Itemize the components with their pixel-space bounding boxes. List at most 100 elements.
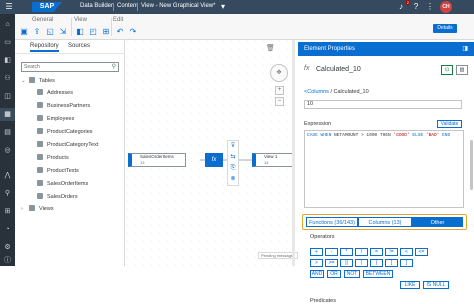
tree-item[interactable]: SalesOrders (37, 192, 78, 202)
divider (111, 18, 112, 36)
tree-folder-views[interactable]: › Views (21, 204, 54, 214)
export-icon[interactable]: ⇲ (58, 27, 68, 37)
operator-button[interactable]: - (325, 248, 338, 256)
redo-icon[interactable]: ↷ (128, 27, 138, 37)
trash-icon[interactable]: 🗑 (266, 44, 275, 52)
properties-scrollbar[interactable] (470, 140, 473, 190)
chevron-down-icon[interactable]: ⌄ (21, 76, 27, 86)
operator-button[interactable]: NOT (344, 270, 360, 278)
tree-item[interactable]: SalesOrderItems (37, 179, 88, 189)
operator-button[interactable]: LIKE (400, 281, 420, 289)
app-title[interactable]: Data Builder (80, 3, 113, 9)
preview-data-button[interactable]: ⊡ (441, 65, 453, 75)
tree-item-label: ProductTexts (47, 168, 79, 174)
save-icon[interactable]: ▣ (19, 27, 29, 37)
folder-icon[interactable]: ▭ (0, 36, 15, 49)
delete-icon[interactable]: ⊗ (228, 174, 238, 185)
network-icon[interactable]: ⚇ (0, 72, 15, 85)
chevron-right-icon[interactable]: › (21, 204, 27, 214)
monitor-icon[interactable]: ◔ (0, 223, 15, 236)
tab-functions[interactable]: Functions (36/143) (306, 217, 358, 227)
expr-token: END (442, 133, 451, 138)
canvas-splitter[interactable] (292, 40, 295, 266)
expr-token: 'BAD' (425, 133, 440, 138)
search-icon[interactable]: ⚲ (112, 63, 116, 71)
chart-icon[interactable]: ▤ (0, 126, 15, 139)
validate-button[interactable]: Validate (437, 120, 462, 128)
catalog-icon[interactable]: ◧ (0, 54, 15, 67)
pan-control[interactable]: ✥ (270, 64, 288, 82)
operator-button[interactable]: * (340, 248, 353, 256)
tree-item[interactable]: ProductTexts (37, 166, 79, 176)
share-icon[interactable]: ◱ (45, 27, 55, 37)
home-icon[interactable]: ⌂ (0, 18, 15, 31)
deploy-icon[interactable]: ⇪ (32, 27, 42, 37)
data-builder-icon[interactable]: ▦ (0, 108, 15, 121)
table-icon[interactable]: ⊞ (101, 27, 111, 37)
tab-sources[interactable]: Sources (68, 43, 90, 49)
flow-icon[interactable]: ⋀ (0, 169, 15, 182)
section-title[interactable]: Content (117, 3, 138, 9)
operator-button[interactable]: + (310, 248, 323, 256)
calculated-columns-node[interactable]: fx (205, 153, 223, 167)
operator-button[interactable]: < (400, 248, 413, 256)
operator-button[interactable]: IS NULL (423, 281, 449, 289)
tree-item[interactable]: Employees (37, 114, 74, 124)
security-icon[interactable]: ⊞ (0, 205, 15, 218)
users-icon[interactable]: ⚲ (0, 187, 15, 200)
function-icon: fx (304, 65, 310, 72)
tree-item[interactable]: Products (37, 153, 69, 163)
tab-repository[interactable]: Repository (30, 43, 59, 52)
undo-icon[interactable]: ↶ (115, 27, 125, 37)
sql-icon[interactable]: ◧ (75, 27, 85, 37)
predicates-label: Predicates (310, 298, 336, 304)
collapse-icon[interactable]: ◨ (462, 42, 468, 56)
apps-icon[interactable]: ⋮ (425, 2, 435, 12)
source-node[interactable]: SalesOrderItems 13 (128, 153, 186, 167)
avatar[interactable]: CH (440, 1, 452, 13)
bell-icon[interactable]: ♪ 2 (396, 0, 410, 12)
tree-item[interactable]: ProductCategories (37, 127, 93, 137)
chevron-down-icon[interactable]: ▾ (218, 2, 228, 12)
tree-item[interactable]: BusinessPartners (37, 101, 90, 111)
link-icon[interactable]: ⇆ (228, 152, 238, 163)
tree-item[interactable]: ProductCategoryText (37, 140, 98, 150)
table-view-button[interactable]: ▥ (456, 65, 468, 75)
tab-columns[interactable]: Columns (13) (358, 217, 412, 227)
info-icon[interactable]: ⓘ (0, 254, 15, 267)
menu-icon[interactable]: ☰ (4, 2, 14, 12)
expression-editor[interactable]: CASE WHEN NETAMOUNT > 1000 THEN 'GOOD' E… (304, 130, 464, 208)
operator-button[interactable]: != (385, 248, 398, 256)
operator-button[interactable]: = (370, 248, 383, 256)
zoom-out-button[interactable]: − (275, 97, 284, 106)
operator-button[interactable]: <= (415, 248, 428, 256)
column-name-field[interactable]: 10 (304, 100, 462, 109)
tab-other[interactable]: Other (412, 217, 463, 227)
operator-button[interactable]: OR (327, 270, 341, 278)
tree-item[interactable]: Addresses (37, 88, 73, 98)
help-icon[interactable]: ? (411, 2, 421, 12)
database-icon[interactable]: ◫ (0, 90, 15, 103)
search-input[interactable]: Search ⚲ (21, 62, 119, 72)
toolbar: General ▣ ⇪ ◱ ⇲ View ◧ ◰ ⊞ Edit ↶ ↷ (15, 14, 474, 40)
tree-item-label: SalesOrderItems (47, 181, 89, 187)
filter-icon[interactable]: ⊽ (228, 141, 238, 152)
view-title[interactable]: View - New Graphical View* (141, 3, 215, 9)
operator-button[interactable]: / (355, 248, 368, 256)
settings-icon[interactable]: ⚙ (0, 241, 15, 254)
table-icon (37, 193, 43, 199)
output-node[interactable]: View 1 14 (252, 153, 294, 167)
breadcrumb-columns-link[interactable]: <Columns (304, 89, 329, 95)
tree-folder-tables[interactable]: ⌄ Tables (21, 76, 55, 86)
folder-icon (29, 205, 35, 211)
rename-icon[interactable]: ⎘ (228, 163, 238, 174)
zoom-in-button[interactable]: + (275, 86, 284, 95)
operator-button[interactable]: BETWEEN (363, 270, 393, 278)
details-button[interactable]: Details (433, 24, 457, 33)
tree-item-label: SalesOrders (47, 194, 78, 200)
expression-label: Expression (304, 121, 332, 127)
layers-icon[interactable]: ◎ (0, 144, 15, 157)
preview-icon[interactable]: ◰ (88, 27, 98, 37)
operator-button[interactable]: AND (310, 270, 324, 278)
divider (71, 18, 72, 36)
